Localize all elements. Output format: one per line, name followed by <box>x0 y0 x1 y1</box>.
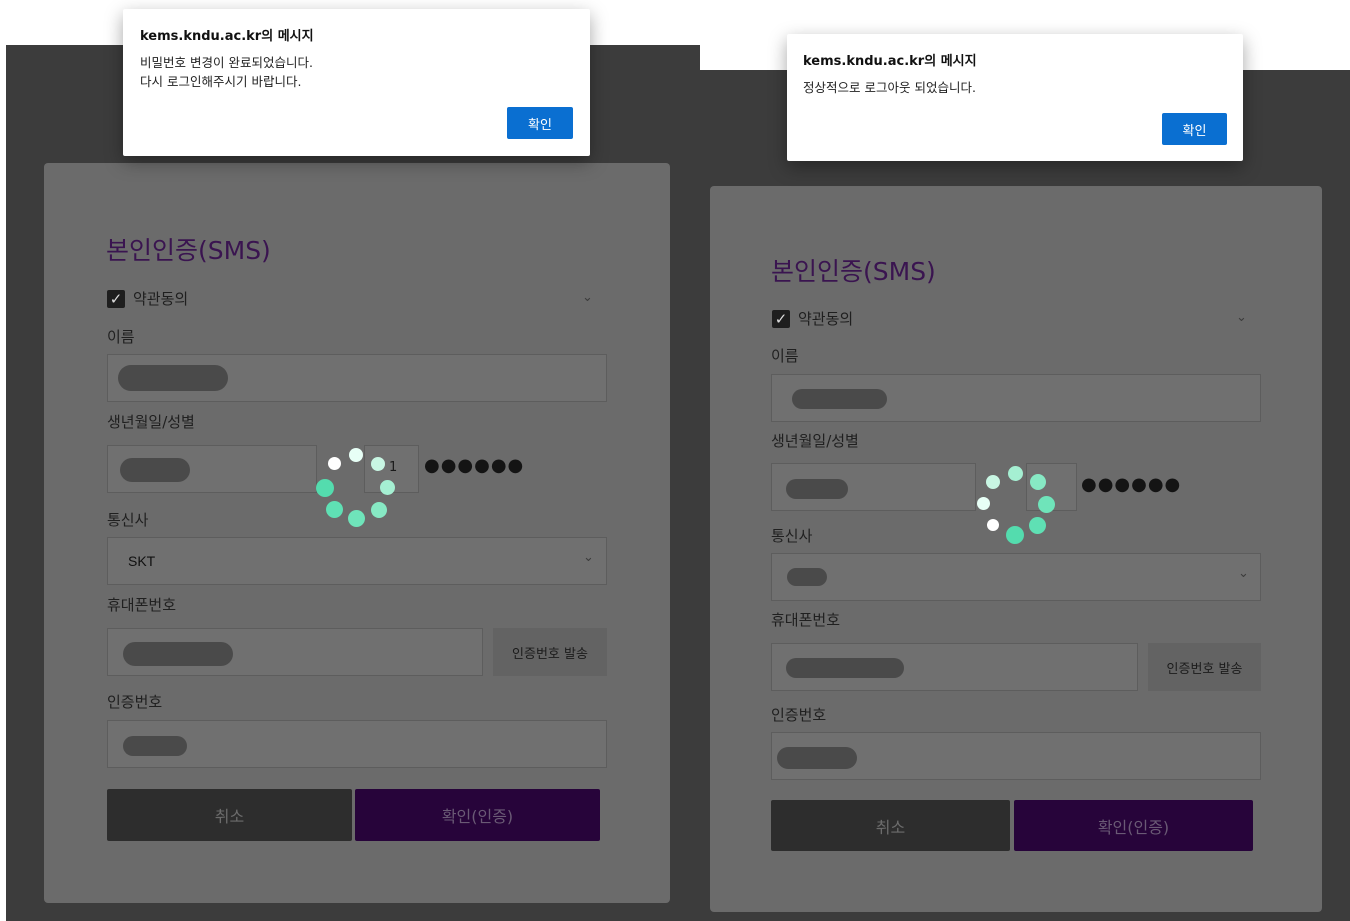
birth-mask: ●●●●●● <box>424 455 525 476</box>
redacted-value <box>787 568 827 586</box>
redacted-value <box>786 658 904 678</box>
code-input[interactable] <box>771 732 1261 780</box>
name-input[interactable] <box>107 354 607 402</box>
page-title: 본인인증(SMS) <box>771 257 936 286</box>
right-screenshot-panel: 본인인증(SMS) ✓ 약관동의 ⌄ 이름 생년월일/성별 ●●●●●● 통신사… <box>700 0 1350 921</box>
page-title: 본인인증(SMS) <box>106 236 271 265</box>
terms-agree-label: 약관동의 <box>798 310 854 328</box>
dialog-ok-button[interactable]: 확인 <box>507 107 573 139</box>
birth-input[interactable] <box>771 463 976 511</box>
spinner-dot <box>380 480 395 495</box>
spinner-dot <box>316 479 334 497</box>
redacted-value <box>777 747 857 769</box>
dialog-title: kems.kndu.ac.kr의 메시지 <box>140 29 314 44</box>
alert-dialog: kems.kndu.ac.kr의 메시지 정상적으로 로그아웃 되었습니다. 확… <box>787 34 1243 161</box>
chevron-down-icon: ⌄ <box>583 550 594 565</box>
phone-label: 휴대폰번호 <box>107 596 177 614</box>
chevron-down-icon[interactable]: ⌄ <box>582 290 593 305</box>
send-code-button[interactable]: 인증번호 발송 <box>1148 643 1261 691</box>
spinner-dot <box>1030 474 1046 490</box>
carrier-label: 통신사 <box>107 511 149 529</box>
carrier-select[interactable]: ⌄ <box>771 553 1261 601</box>
spinner-dot <box>1008 466 1023 481</box>
phone-input[interactable] <box>771 643 1138 691</box>
chevron-down-icon[interactable]: ⌄ <box>1236 310 1247 325</box>
carrier-label: 통신사 <box>771 527 813 545</box>
terms-agree-row[interactable]: ✓ 약관동의 <box>107 288 188 309</box>
spinner-dot <box>349 448 363 462</box>
spinner-dot <box>326 501 343 518</box>
phone-label: 휴대폰번호 <box>771 611 841 629</box>
sms-auth-card: 본인인증(SMS) ✓ 약관동의 ⌄ 이름 생년월일/성별 1 ●●●●●● 통… <box>44 163 670 903</box>
spinner-dot <box>371 502 387 518</box>
redacted-value <box>123 736 187 756</box>
redacted-value <box>786 479 848 499</box>
redacted-value <box>792 389 887 409</box>
dialog-message: 비밀번호 변경이 완료되었습니다. 다시 로그인해주시기 바랍니다. <box>140 55 313 89</box>
left-screenshot-panel: 본인인증(SMS) ✓ 약관동의 ⌄ 이름 생년월일/성별 1 ●●●●●● 통… <box>6 0 700 921</box>
alert-dialog: kems.kndu.ac.kr의 메시지 비밀번호 변경이 완료되었습니다. 다… <box>123 9 590 156</box>
carrier-selected-value: SKT <box>128 553 156 569</box>
sms-auth-card: 본인인증(SMS) ✓ 약관동의 ⌄ 이름 생년월일/성별 ●●●●●● 통신사… <box>710 186 1322 912</box>
spinner-dot <box>1038 496 1055 513</box>
name-label: 이름 <box>771 347 799 365</box>
confirm-auth-button[interactable]: 확인(인증) <box>1014 800 1253 851</box>
spinner-dot <box>977 497 990 510</box>
phone-input[interactable] <box>107 628 483 676</box>
cancel-button[interactable]: 취소 <box>771 800 1010 851</box>
birth-mask: ●●●●●● <box>1081 474 1182 495</box>
code-label: 인증번호 <box>771 706 827 724</box>
spinner-dot <box>328 457 341 470</box>
redacted-value <box>123 642 233 666</box>
loading-spinner-icon <box>316 447 396 527</box>
code-label: 인증번호 <box>107 693 163 711</box>
carrier-select[interactable]: SKT ⌄ <box>107 537 607 585</box>
name-input[interactable] <box>771 374 1261 422</box>
confirm-auth-button[interactable]: 확인(인증) <box>355 789 600 841</box>
birth-gender-label: 생년월일/성별 <box>107 413 195 431</box>
spinner-dot <box>1006 526 1024 544</box>
terms-agree-row[interactable]: ✓ 약관동의 <box>772 308 853 329</box>
name-label: 이름 <box>107 328 135 346</box>
spinner-dot <box>987 519 999 531</box>
dialog-message: 정상적으로 로그아웃 되었습니다. <box>803 80 976 95</box>
redacted-value <box>120 458 190 482</box>
birth-gender-label: 생년월일/성별 <box>771 432 859 450</box>
spinner-dot <box>348 510 365 527</box>
cancel-button[interactable]: 취소 <box>107 789 352 841</box>
dialog-ok-button[interactable]: 확인 <box>1162 113 1227 145</box>
check-icon[interactable]: ✓ <box>772 309 790 328</box>
send-code-button[interactable]: 인증번호 발송 <box>493 628 607 676</box>
loading-spinner-icon <box>975 465 1055 545</box>
terms-agree-label: 약관동의 <box>133 290 189 308</box>
birth-input[interactable] <box>107 445 317 493</box>
chevron-down-icon: ⌄ <box>1238 566 1249 581</box>
redacted-value <box>118 365 228 391</box>
dialog-title: kems.kndu.ac.kr의 메시지 <box>803 54 977 69</box>
spinner-dot <box>986 475 1000 489</box>
code-input[interactable] <box>107 720 607 768</box>
spinner-dot <box>1029 517 1046 534</box>
check-icon[interactable]: ✓ <box>107 289 125 308</box>
spinner-dot <box>371 457 385 471</box>
